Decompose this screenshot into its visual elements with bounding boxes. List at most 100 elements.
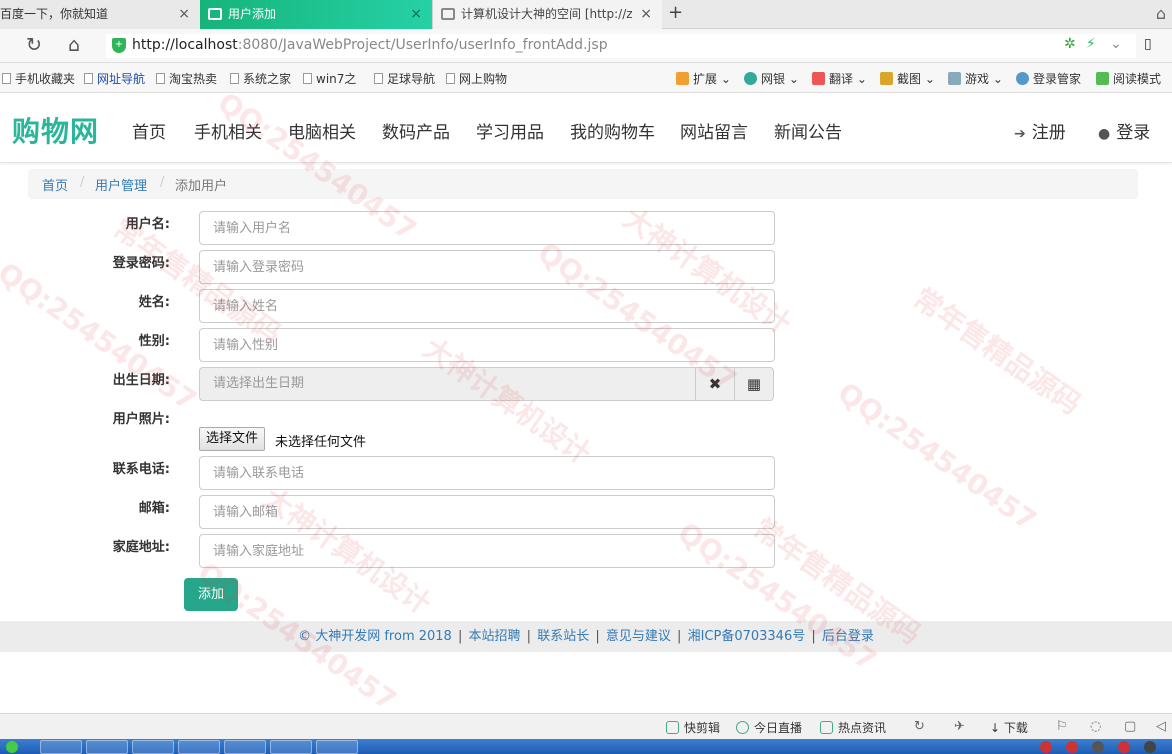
translate-menu[interactable]: 翻译 ⌄ (812, 70, 867, 87)
statusbar-item[interactable]: 今日直播 (736, 719, 802, 736)
bookmark-item[interactable]: 系统之家 (230, 70, 291, 87)
games-menu[interactable]: 游戏 ⌄ (948, 70, 1003, 87)
breadcrumb-home[interactable]: 首页 (42, 175, 68, 194)
browser-tab-space[interactable]: 计算机设计大神的空间 [http://z × (432, 0, 662, 29)
tab-page-icon (208, 8, 222, 20)
name-input[interactable] (199, 289, 775, 323)
window-icon[interactable]: ▢ (1124, 719, 1136, 734)
breadcrumb-separator: / (80, 175, 85, 190)
calendar-icon[interactable]: ▦ (734, 367, 774, 401)
nav-news[interactable]: 新闻公告 (774, 118, 842, 143)
taskbar-app[interactable] (270, 740, 312, 754)
browser-tab-baidu[interactable]: 百度一下，你就知道 × (0, 0, 200, 29)
birthday-input[interactable]: 请选择出生日期 (199, 367, 696, 401)
banking-menu[interactable]: 网银 ⌄ (744, 70, 799, 87)
extensions-menu[interactable]: 扩展 ⌄ (676, 70, 731, 87)
taskbar-app[interactable] (86, 740, 128, 754)
breadcrumb-current: 添加用户 (175, 179, 228, 194)
footer-link-contact[interactable]: 联系站长 (537, 629, 589, 644)
bookmark-item[interactable]: 网址导航 (84, 70, 145, 87)
restore-icon[interactable]: ⌂ (1156, 4, 1166, 23)
bookmark-item[interactable]: 足球导航 (374, 70, 435, 87)
login-manager[interactable]: 登录管家 (1016, 70, 1081, 87)
clear-date-button[interactable]: ✖ (695, 367, 735, 401)
bookmark-item[interactable]: 网上购物 (446, 70, 507, 87)
shield-icon: + (112, 38, 126, 53)
bookmark-item[interactable]: 手机收藏夹 (2, 70, 75, 87)
chevron-down-icon[interactable]: ⌄ (1110, 36, 1122, 52)
nav-home[interactable]: 首页 (132, 118, 166, 143)
add-button[interactable]: 添加 (184, 578, 238, 611)
url-host: http://localhost (132, 37, 238, 53)
bookmark-label: win7之 (316, 72, 357, 86)
nav-messages[interactable]: 网站留言 (680, 118, 748, 143)
email-input[interactable] (199, 495, 775, 529)
tray-icon[interactable] (1066, 741, 1078, 753)
breadcrumb-user-mgmt[interactable]: 用户管理 (95, 175, 147, 194)
bookmark-item[interactable]: 淘宝热卖 (156, 70, 217, 87)
close-icon[interactable]: × (640, 0, 652, 29)
bookmark-label: 足球导航 (387, 72, 436, 86)
taskbar-app[interactable] (224, 740, 266, 754)
start-icon[interactable] (6, 741, 18, 753)
choose-file-button[interactable]: 选择文件 (199, 427, 266, 451)
password-input[interactable] (199, 250, 775, 284)
footer-link-icp[interactable]: 湘ICP备0703346号 (688, 629, 806, 644)
tab-page-icon (441, 8, 455, 20)
new-tab-button[interactable]: + (668, 2, 683, 23)
browser-tab-active[interactable]: 用户添加 × (200, 0, 432, 29)
address-input[interactable] (199, 534, 775, 568)
site-logo[interactable]: 购物网 (12, 110, 99, 150)
gender-input[interactable] (199, 328, 775, 362)
username-input[interactable] (199, 211, 775, 245)
tray-icon[interactable] (1092, 741, 1104, 753)
phone-input[interactable] (199, 456, 775, 490)
nav-cart[interactable]: 我的购物车 (570, 118, 655, 143)
register-link[interactable]: ➔ 注册 (1014, 118, 1066, 143)
download-button[interactable]: ↓ 下载 (990, 719, 1028, 736)
cache-icon[interactable]: ◌ (1090, 719, 1101, 734)
footer-link-feedback[interactable]: 意见与建议 (606, 629, 671, 644)
flag-icon[interactable]: ⚐ (1056, 719, 1068, 734)
reload-icon[interactable]: ↻ (26, 34, 42, 56)
home-icon[interactable]: ⌂ (68, 34, 80, 56)
tray-icon[interactable] (1144, 741, 1156, 753)
phone-icon[interactable]: ▯ (1144, 36, 1152, 52)
tool-label: 翻译 (829, 72, 854, 86)
footer-separator: | (595, 629, 600, 644)
taskbar-app[interactable] (40, 740, 82, 754)
statusbar-label: 今日直播 (754, 721, 803, 735)
refresh-icon[interactable]: ↻ (914, 719, 925, 734)
close-icon[interactable]: × (410, 0, 422, 29)
speaker-icon[interactable]: ◁ (1156, 719, 1166, 734)
site-footer: © 大神开发网 from 2018 | 本站招聘 | 联系站长 | 意见与建议 … (0, 621, 1172, 652)
statusbar-item[interactable]: 热点资讯 (820, 719, 886, 736)
nav-phones[interactable]: 手机相关 (194, 118, 262, 143)
tool-label: 阅读模式 (1113, 72, 1162, 86)
footer-link-admin[interactable]: 后台登录 (822, 629, 874, 644)
footer-link-jobs[interactable]: 本站招聘 (469, 629, 521, 644)
nav-digital[interactable]: 数码产品 (382, 118, 450, 143)
footer-separator: | (677, 629, 682, 644)
statusbar-item[interactable]: 快剪辑 (666, 719, 720, 736)
watermark-qq: QQ:254540457 (831, 375, 1043, 538)
tray-icon[interactable] (1040, 741, 1052, 753)
screenshot-menu[interactable]: 截图 ⌄ (880, 70, 935, 87)
nav-computers[interactable]: 电脑相关 (288, 118, 356, 143)
lightning-icon[interactable]: ⚡ (1086, 36, 1096, 52)
bookmarks-bar: 手机收藏夹 网址导航 淘宝热卖 系统之家 win7之 足球导航 网上购物 扩展 … (0, 63, 1172, 93)
tray-icon[interactable] (1118, 741, 1130, 753)
bookmark-item[interactable]: win7之 (303, 70, 356, 87)
pin-icon[interactable]: ✈ (954, 719, 965, 734)
login-link[interactable]: ● 登录 (1098, 118, 1150, 143)
url-field[interactable]: + http://localhost:8080/JavaWebProject/U… (106, 34, 1136, 58)
nav-study[interactable]: 学习用品 (476, 118, 544, 143)
close-icon[interactable]: × (178, 0, 190, 29)
taskbar-app[interactable] (316, 740, 358, 754)
taskbar-app[interactable] (178, 740, 220, 754)
taskbar-app[interactable] (132, 740, 174, 754)
page-icon (156, 73, 165, 84)
extension-icon[interactable]: ✲ (1064, 36, 1076, 52)
reading-mode[interactable]: 阅读模式 (1096, 70, 1161, 87)
name-label: 姓名: (138, 295, 170, 310)
